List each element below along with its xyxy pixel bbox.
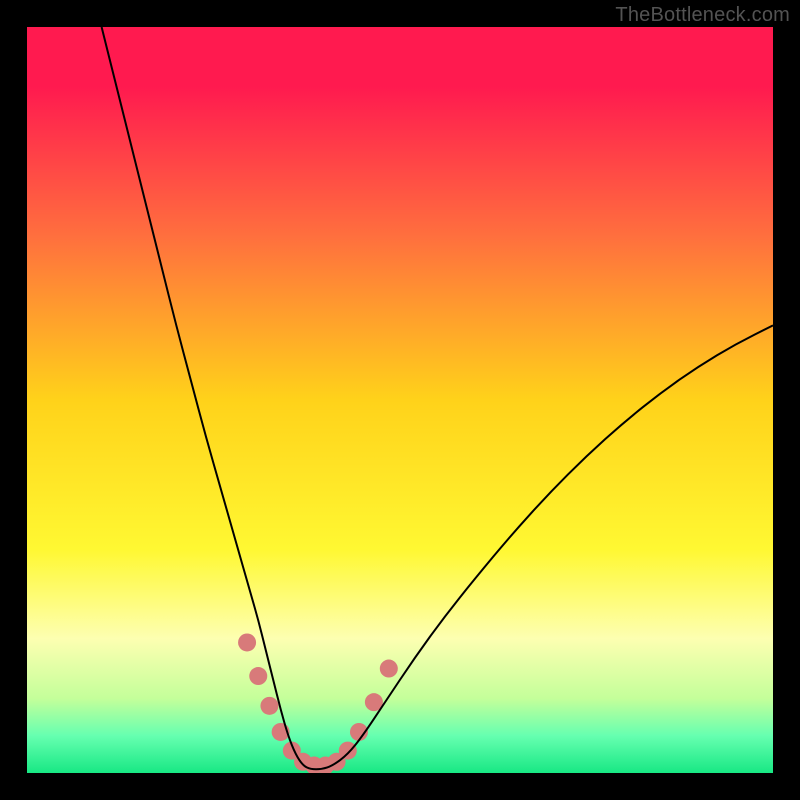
chart-frame — [27, 27, 773, 773]
marker-dot — [260, 697, 278, 715]
bottleneck-chart — [27, 27, 773, 773]
watermark-text: TheBottleneck.com — [615, 4, 790, 27]
marker-dot — [380, 660, 398, 678]
gradient-background — [27, 27, 773, 773]
marker-dot — [339, 742, 357, 760]
marker-dot — [249, 667, 267, 685]
marker-dot — [238, 633, 256, 651]
